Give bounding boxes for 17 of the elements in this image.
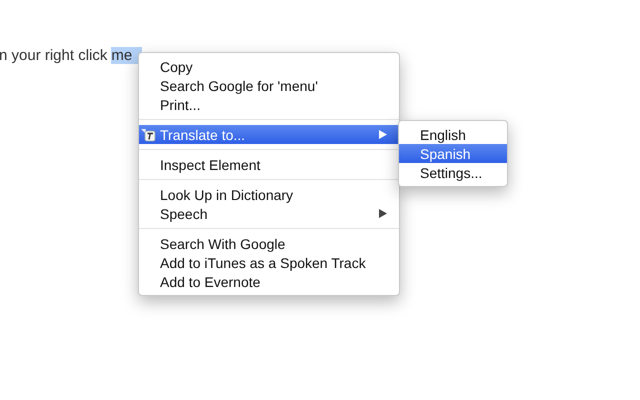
translate-icon (140, 127, 156, 142)
menu-item[interactable]: Settings... (399, 163, 507, 182)
menu-item[interactable]: Speech (139, 204, 399, 223)
menu-item[interactable]: Add to iTunes as a Spoken Track (139, 253, 399, 272)
page-text: n your right click (0, 47, 108, 64)
submenu-arrow-icon (379, 209, 387, 218)
menu-item[interactable]: Translate to... (139, 125, 399, 144)
menu-item[interactable]: Print... (139, 95, 399, 114)
selected-text: me (111, 47, 142, 64)
menu-item[interactable]: Inspect Element (139, 155, 399, 174)
menu-item[interactable]: Add to Evernote (139, 272, 399, 291)
menu-item[interactable]: Spanish (399, 144, 507, 163)
menu-item[interactable]: Look Up in Dictionary (139, 185, 399, 204)
menu-item[interactable]: Search Google for 'menu' (139, 76, 399, 95)
menu-item[interactable]: English (399, 125, 507, 144)
menu-item[interactable]: Search With Google (139, 234, 399, 253)
submenu-arrow-icon (379, 130, 387, 139)
